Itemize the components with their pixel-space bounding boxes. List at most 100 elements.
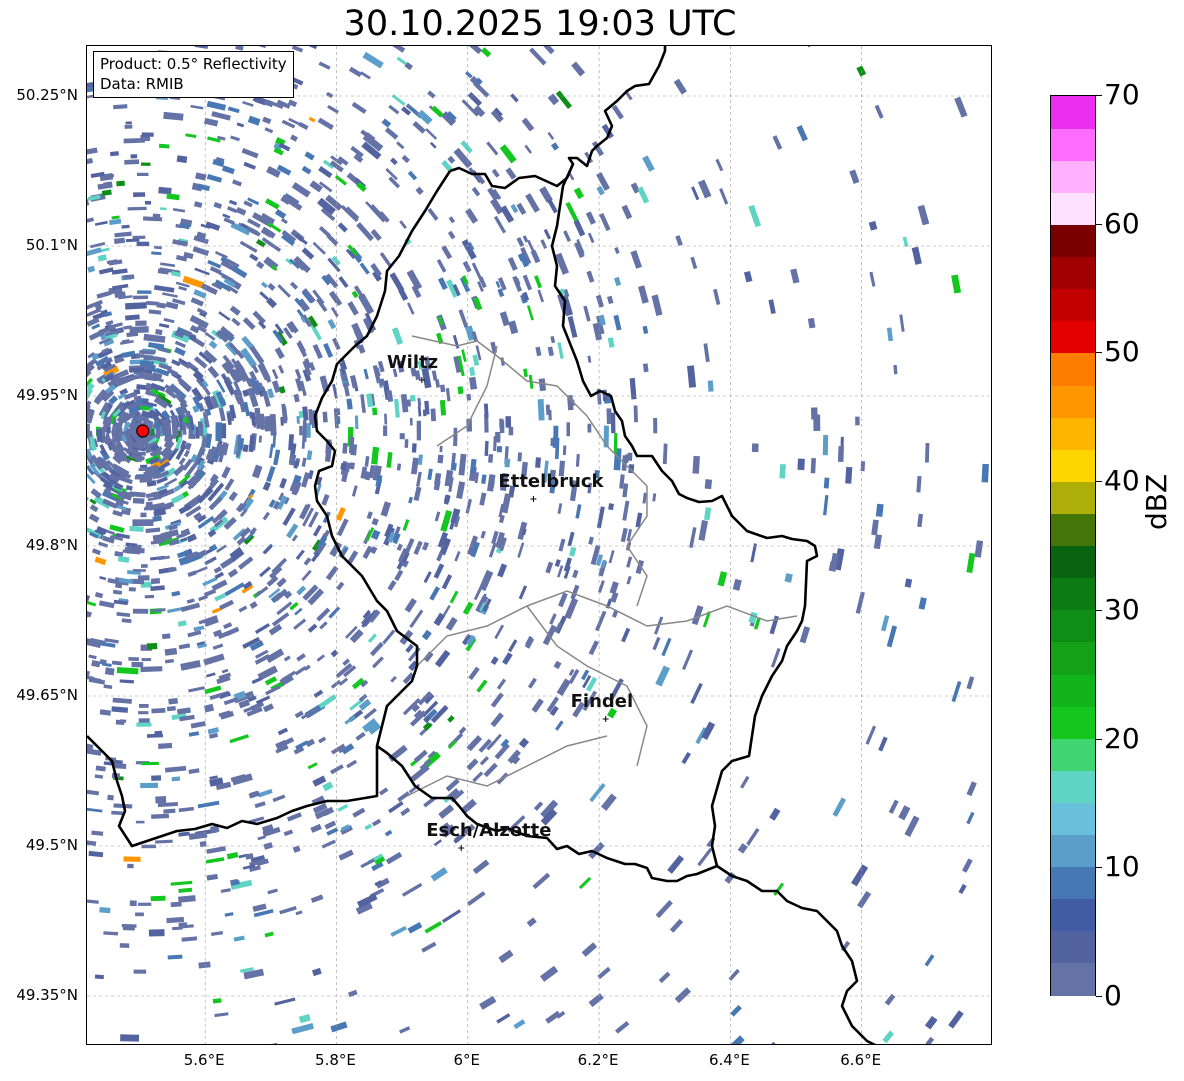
echo-gate	[869, 271, 876, 287]
echo-gate	[951, 681, 962, 703]
echo-gate	[226, 206, 238, 214]
echo-gate	[479, 492, 487, 506]
echo-gate	[272, 794, 286, 803]
echo-gate	[443, 494, 451, 505]
colorbar-segment	[1051, 866, 1095, 900]
echo-gate	[271, 612, 290, 627]
echo-gate	[417, 405, 422, 417]
echo-gate	[452, 334, 460, 349]
echo-gate	[166, 193, 180, 201]
echo-gate	[90, 241, 106, 249]
echo-gate	[316, 654, 326, 662]
colorbar-tickmark	[1096, 352, 1102, 354]
echo-gate	[981, 463, 989, 483]
echo-gate	[123, 856, 141, 862]
echo-gate	[307, 623, 318, 633]
echo-gate	[490, 692, 504, 708]
echo-gate	[642, 155, 655, 172]
echo-gate	[133, 969, 147, 974]
echo-gate	[155, 796, 167, 804]
echo-gate	[188, 731, 200, 737]
echo-gate	[355, 731, 366, 741]
echo-gate	[364, 823, 373, 831]
echo-gate	[845, 466, 853, 484]
echo-gate	[851, 864, 869, 887]
echo-gate	[296, 416, 300, 424]
echo-gate	[206, 100, 227, 111]
echo-gate	[99, 709, 111, 716]
echo-gate	[442, 605, 451, 617]
echo-gate	[212, 998, 222, 1004]
echo-gate	[220, 888, 231, 894]
echo-gate	[581, 942, 598, 957]
echo-gate	[158, 742, 173, 749]
echo-gate	[390, 157, 398, 166]
echo-gate	[362, 51, 384, 69]
echo-gate	[875, 503, 884, 517]
echo-gate	[274, 209, 287, 219]
echo-gate	[299, 425, 303, 436]
echo-gate	[916, 475, 922, 493]
echo-gate	[479, 756, 490, 766]
radar-map-canvas	[87, 46, 991, 1044]
echo-gate	[545, 561, 554, 574]
echo-gate	[359, 71, 371, 80]
colorbar-tick-label: 70	[1104, 78, 1140, 111]
echo-gate	[382, 629, 396, 645]
echo-gate	[416, 420, 422, 441]
echo-gate	[228, 491, 238, 502]
echo-gate	[150, 895, 166, 902]
echo-gate	[468, 666, 480, 681]
echo-gate	[399, 1026, 411, 1034]
echo-gate	[674, 987, 692, 1004]
echo-gate	[101, 189, 112, 196]
echo-gate	[254, 586, 269, 598]
echo-gate	[121, 923, 137, 928]
echo-gate	[381, 118, 392, 128]
colorbar-segment	[1051, 384, 1095, 418]
echo-gate	[496, 445, 503, 453]
echo-gate	[292, 845, 301, 853]
echo-gate	[575, 454, 580, 467]
echo-gate	[790, 268, 800, 284]
echo-gate	[849, 169, 860, 184]
echo-gate	[218, 406, 226, 422]
radar-map[interactable]	[86, 45, 992, 1045]
echo-gate	[177, 620, 187, 627]
echo-gate	[132, 497, 145, 504]
echo-gate	[241, 148, 259, 159]
lat-tick-label: 49.65°N	[16, 686, 78, 704]
echo-gate	[620, 527, 628, 543]
echo-gate	[337, 803, 349, 812]
echo-gate	[430, 867, 448, 882]
echo-gate	[344, 715, 356, 725]
echo-gate	[290, 134, 298, 142]
echo-gate	[144, 200, 152, 205]
echo-gate	[578, 876, 592, 890]
echo-gate	[427, 90, 436, 99]
germany-france-border	[716, 864, 876, 1044]
echo-gate	[586, 270, 595, 283]
lat-tick-label: 50.1°N	[25, 236, 78, 254]
echo-gate	[318, 61, 331, 70]
echo-gate	[543, 228, 552, 240]
echo-gate	[322, 781, 334, 792]
echo-gate	[125, 542, 138, 548]
echo-gate	[499, 311, 510, 327]
echo-gate	[335, 408, 341, 416]
echo-gate	[490, 712, 504, 728]
colorbar	[1050, 95, 1096, 996]
echo-gate	[810, 457, 816, 474]
colorbar-segment	[1051, 513, 1095, 547]
echo-gate	[966, 552, 976, 574]
echo-gate	[624, 454, 629, 463]
echo-gate	[550, 335, 556, 344]
echo-gate	[303, 557, 312, 566]
echo-gate	[351, 485, 358, 497]
echo-gate	[238, 605, 248, 613]
echo-gate	[301, 247, 315, 260]
echo-gate	[212, 643, 224, 650]
echo-gate	[167, 954, 183, 960]
echo-gate	[124, 124, 133, 129]
lon-tick-label: 5.6°E	[183, 1051, 225, 1069]
